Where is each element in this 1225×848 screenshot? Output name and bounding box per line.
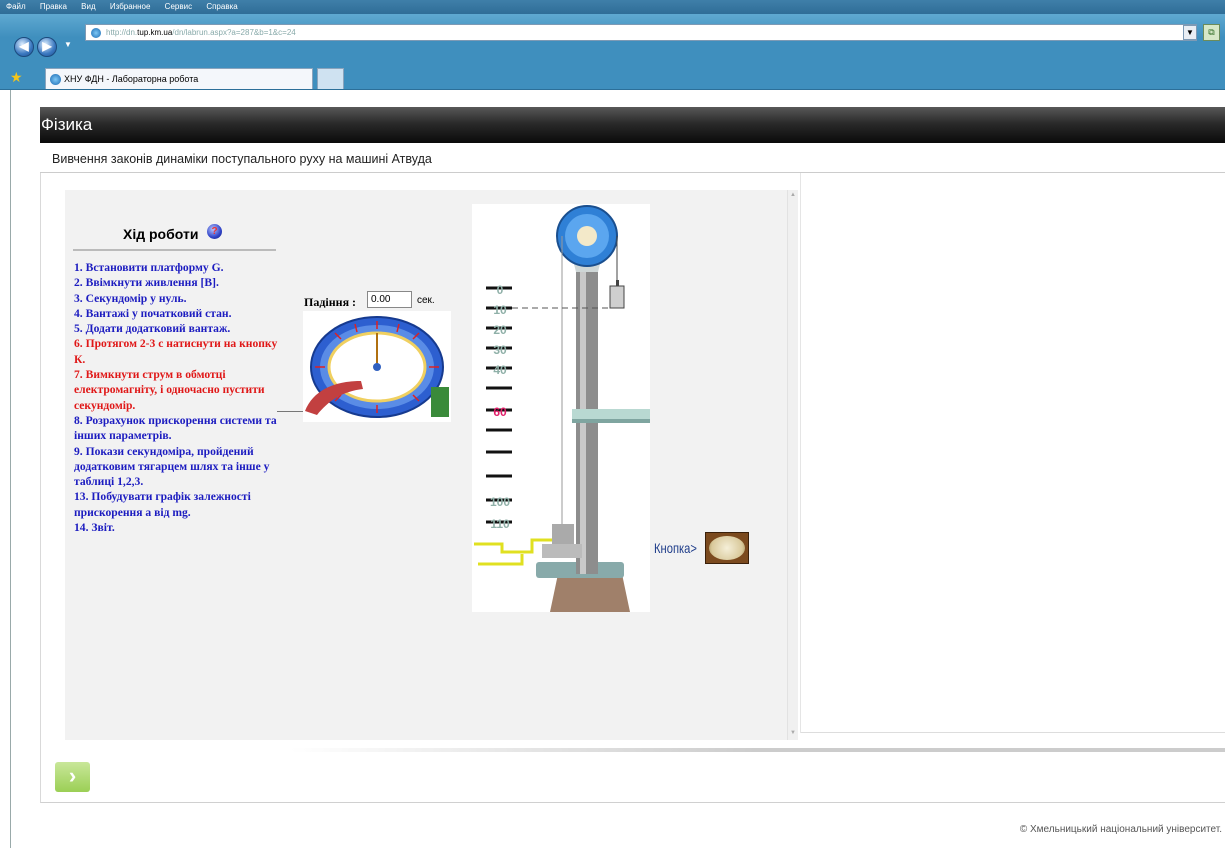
course-header: Фізика (40, 107, 1225, 143)
step-item: 14. Звіт. (74, 521, 115, 535)
step-item: 3. Секундомір у нуль. (74, 291, 187, 305)
step-item: 8. Розрахунок прискорення системи та інш… (74, 413, 277, 443)
button-k-label: Кнопка> (654, 540, 697, 556)
stopwatch-graphic (305, 316, 449, 418)
fall-time-field[interactable]: 0.00 (367, 291, 412, 308)
menu-help[interactable]: Справка (200, 0, 243, 11)
browser-menubar: Файл Правка Вид Избранное Сервис Справка (0, 0, 1225, 14)
page-border (10, 90, 11, 848)
ie-page-icon (91, 28, 101, 38)
scale-label: 20 (493, 323, 507, 337)
lab-scrollbar[interactable]: ▲ ▼ (787, 190, 798, 740)
new-tab-button[interactable] (317, 68, 344, 89)
scale-label: 10 (493, 303, 507, 317)
stopwatch[interactable] (303, 311, 451, 422)
next-button[interactable]: › (55, 762, 90, 792)
lab-title: Вивчення законів динаміки поступального … (52, 152, 432, 166)
address-dropdown-icon[interactable]: ▼ (1183, 25, 1197, 40)
favorites-star-icon[interactable]: ★ (10, 70, 23, 84)
atwood-machine-graphic: 0 10 20 30 40 60 100 110 (474, 205, 650, 612)
scale-label: 30 (493, 343, 507, 357)
step-item: 1. Встановити платформу G. (74, 261, 224, 274)
forward-button[interactable]: ▶ (37, 37, 57, 57)
back-button[interactable]: ◀ (14, 37, 34, 57)
scale-label: 100 (490, 495, 510, 509)
steps-list: 1. Встановити платформу G. 2. Ввімкнути … (74, 260, 284, 535)
url-path: /dn/labrun.aspx?a=287&b=1&c=24 (172, 28, 296, 37)
menu-view[interactable]: Вид (75, 0, 101, 11)
browser-tab[interactable]: ХНУ ФДН - Лабораторна робота (45, 68, 313, 89)
ie-tab-icon (50, 74, 61, 85)
menu-edit[interactable]: Правка (34, 0, 73, 11)
url-host: tup.km.ua (137, 28, 173, 37)
fall-time-unit: сек. (417, 295, 435, 306)
steps-divider (73, 249, 276, 251)
step-item: 2. Ввімкнути живлення [В]. (74, 276, 219, 290)
scale-label: 40 (493, 363, 507, 377)
menu-tools[interactable]: Сервис (159, 0, 198, 11)
step-item: 4. Вантажі у початковий стан. (74, 306, 232, 320)
url-prefix: http://dn. (106, 28, 138, 37)
step-item: 5. Додати додатковий вантаж. (74, 322, 231, 336)
scale-label: 60 (493, 405, 507, 419)
step-item: 6. Протягом 2-3 с натиснути на кнопку К. (74, 337, 278, 366)
course-title: Фізика (41, 115, 93, 134)
button-k-face (709, 536, 745, 560)
history-dropdown-icon[interactable]: ▼ (64, 40, 72, 49)
steps-title: Хід роботи (123, 226, 199, 242)
scroll-up-icon[interactable]: ▲ (790, 192, 796, 198)
step-item: 9. Покази секундоміра, пройдений додатко… (74, 444, 270, 489)
tab-title: ХНУ ФДН - Лабораторна робота (64, 74, 199, 84)
step-item: 13. Побудувати графік залежності прискор… (74, 490, 251, 519)
scroll-down-icon[interactable]: ▼ (790, 730, 796, 736)
atwood-machine[interactable]: 0 10 20 30 40 60 100 110 (472, 204, 650, 612)
content-divider (290, 748, 1225, 752)
scale-label: 110 (490, 517, 510, 531)
compatibility-icon[interactable]: ⧉ (1203, 24, 1220, 41)
right-panel (800, 173, 1225, 733)
footer-copyright: © Хмельницький національний університет. (1019, 824, 1222, 835)
menu-file[interactable]: Файл (0, 0, 32, 11)
step-item: 7. Вимкнути струм в обмотці електромагні… (74, 368, 265, 412)
menu-favorites[interactable]: Избранное (104, 0, 157, 11)
address-bar[interactable]: http://dn.tup.km.ua/dn/labrun.aspx?a=287… (85, 24, 1197, 41)
button-k[interactable] (705, 532, 749, 564)
help-icon[interactable]: ? (207, 224, 222, 239)
fall-time-label: Падіння : (304, 295, 357, 309)
scale-label: 0 (497, 283, 504, 297)
